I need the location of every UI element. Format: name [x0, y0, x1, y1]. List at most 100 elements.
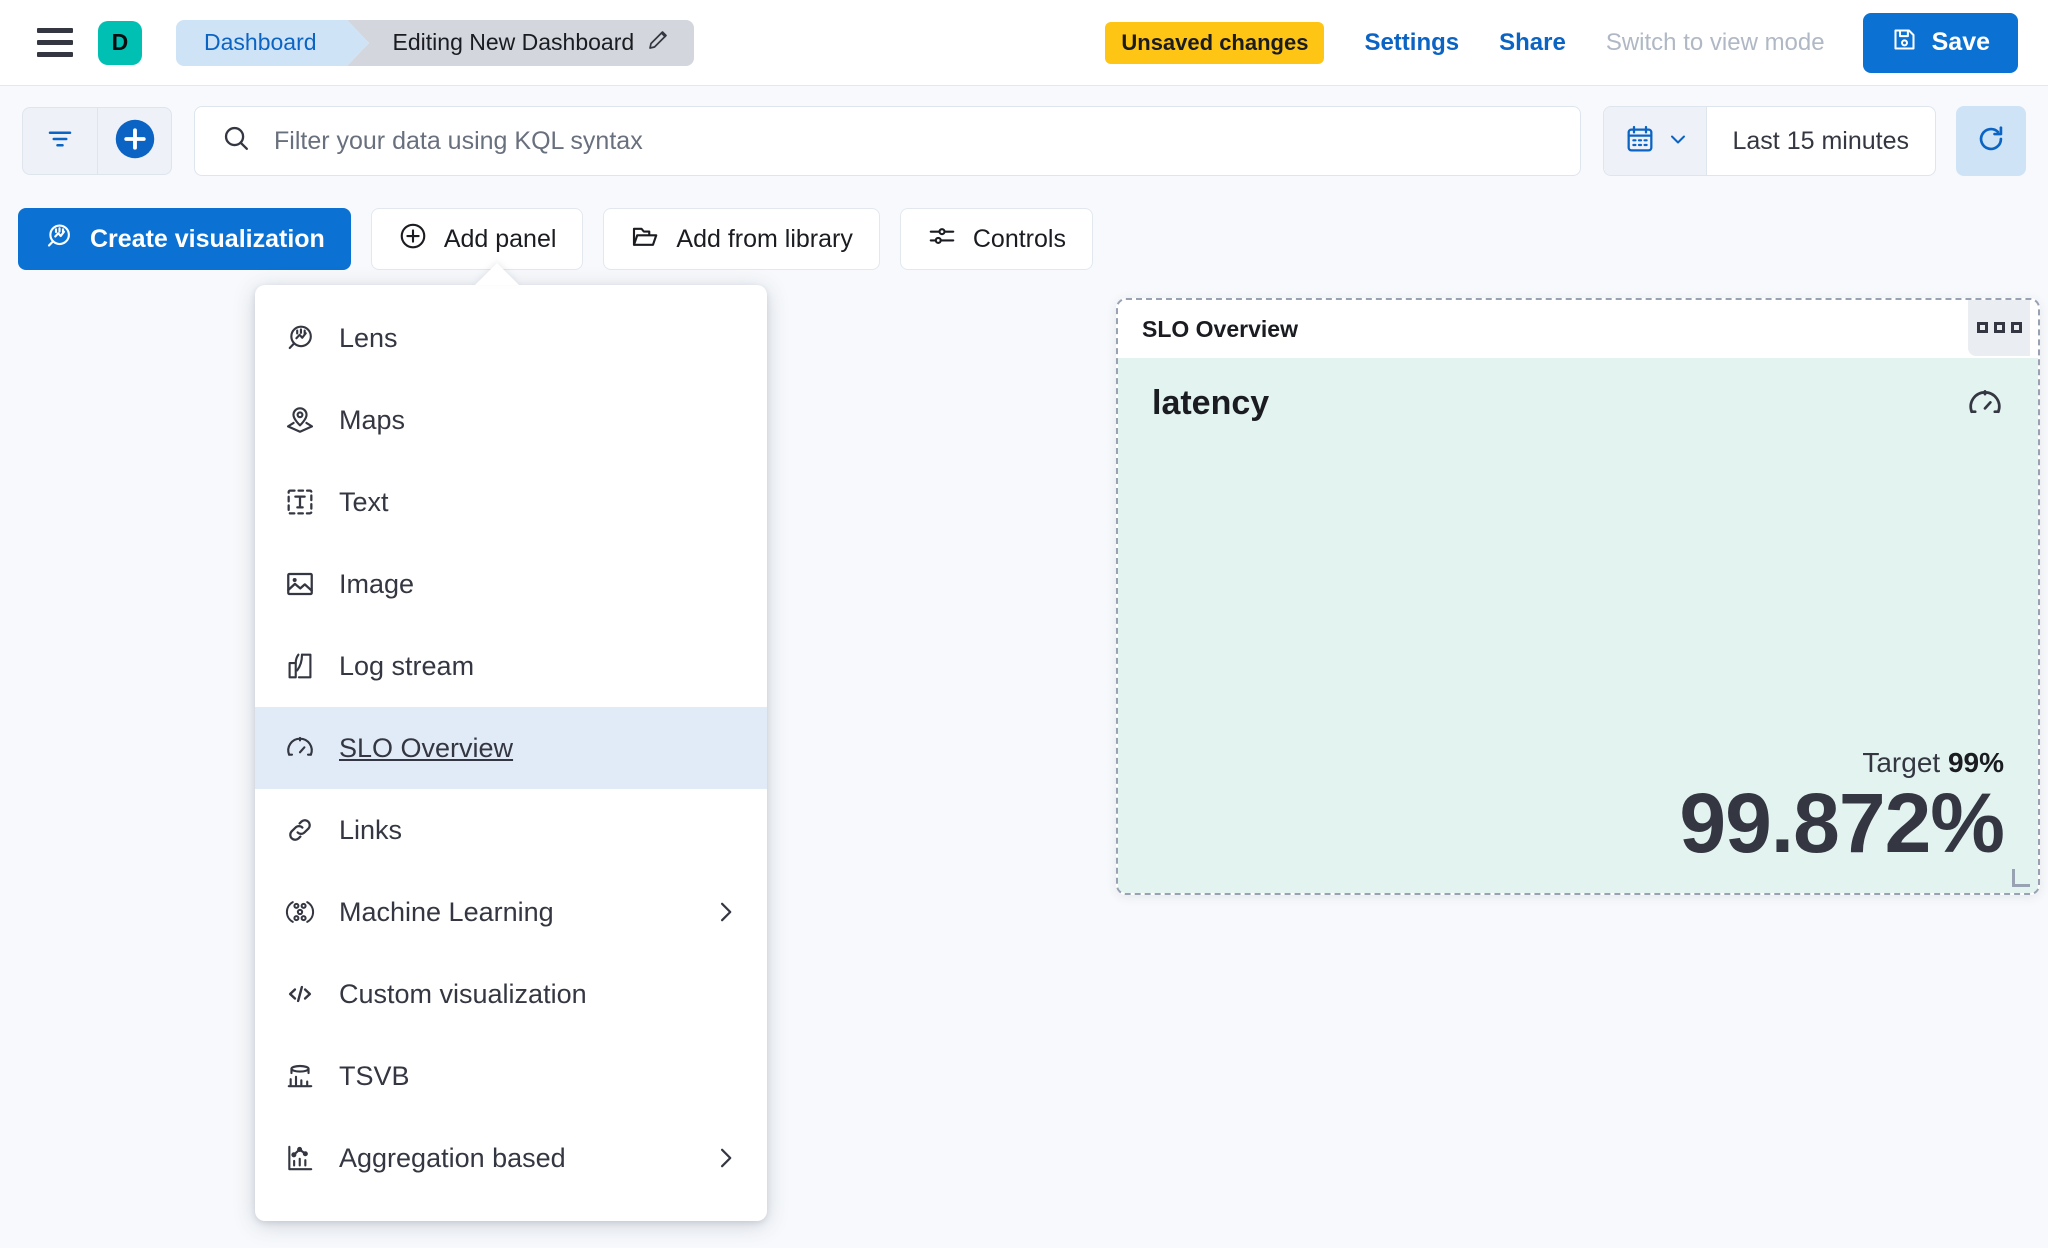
panel-context-menu-button[interactable]: [1968, 300, 2030, 356]
three-dots-icon: [1976, 321, 1988, 333]
calendar-icon: [1624, 123, 1656, 160]
slo-target: Target 99%: [1152, 747, 2004, 779]
slo-name: latency: [1152, 384, 1270, 422]
popover-arrow: [475, 263, 519, 285]
avatar[interactable]: D: [98, 20, 142, 65]
add-panel-label: Add panel: [443, 224, 557, 253]
menu-item-label: Aggregation based: [339, 1142, 566, 1173]
hamburger-line: [37, 28, 73, 33]
refresh-icon: [1974, 122, 2008, 161]
pencil-icon[interactable]: [646, 28, 670, 58]
menu-item-label: Links: [339, 814, 403, 845]
menu-item-label: Log stream: [339, 650, 475, 681]
ml-nodes-icon: [283, 895, 317, 929]
breadcrumb-item-dashboard[interactable]: Dashboard: [176, 19, 369, 66]
switch-to-view-mode-link[interactable]: Switch to view mode: [1606, 29, 1825, 57]
slo-target-value: 99%: [1947, 747, 2004, 778]
menu-item-text[interactable]: Text: [255, 461, 767, 543]
panel-resize-handle[interactable]: [2012, 869, 2030, 887]
add-panel-menu: Lens Maps Text Image Log stream SLO Over…: [255, 285, 767, 1221]
menu-item-links[interactable]: Links: [255, 789, 767, 871]
kibana-dashboard-editor: D Dashboard Editing New Dashboard Unsave…: [0, 0, 2048, 1248]
breadcrumb-current-label: Editing New Dashboard: [392, 29, 635, 55]
menu-item-label: Machine Learning: [339, 896, 554, 927]
search-icon: [221, 123, 252, 159]
save-button[interactable]: Save: [1862, 12, 2018, 73]
three-dots-icon: [2010, 321, 2022, 333]
save-button-label: Save: [1931, 28, 1990, 56]
global-header-actions: Unsaved changes Settings Share Switch to…: [1105, 12, 2048, 73]
create-visualization-button[interactable]: Create visualization: [18, 208, 351, 270]
menu-item-machine-learning[interactable]: Machine Learning: [255, 871, 767, 953]
menu-item-aggregation-based[interactable]: Aggregation based: [255, 1117, 767, 1199]
image-icon: [283, 567, 317, 601]
log-stream-icon: [283, 649, 317, 683]
date-quick-select-button[interactable]: [1603, 107, 1707, 175]
menu-item-maps[interactable]: Maps: [255, 379, 767, 461]
breadcrumb: Dashboard Editing New Dashboard: [176, 19, 695, 66]
save-disk-icon: [1891, 26, 1918, 60]
add-filter-button[interactable]: [97, 108, 171, 174]
menu-item-lens[interactable]: Lens: [255, 297, 767, 379]
global-header: D Dashboard Editing New Dashboard Unsave…: [0, 0, 2048, 86]
agg-chart-icon: [283, 1141, 317, 1175]
menu-item-label: SLO Overview: [339, 732, 514, 763]
share-link[interactable]: Share: [1499, 29, 1566, 57]
menu-item-label: TSVB: [339, 1060, 410, 1091]
menu-item-image[interactable]: Image: [255, 543, 767, 625]
create-visualization-label: Create visualization: [90, 224, 325, 253]
tsvb-icon: [283, 1059, 317, 1093]
status-badge-unsaved: Unsaved changes: [1105, 21, 1325, 64]
gauge-icon: [1966, 384, 2004, 427]
date-range-label[interactable]: Last 15 minutes: [1707, 127, 1936, 156]
panel-title: SLO Overview: [1142, 315, 1298, 342]
refresh-button[interactable]: [1956, 106, 2026, 176]
menu-item-label: Image: [339, 568, 415, 599]
controls-label: Controls: [972, 224, 1066, 253]
sliders-icon: [927, 221, 957, 258]
menu-item-label: Custom visualization: [339, 978, 587, 1009]
add-panel-button[interactable]: Add panel: [370, 208, 584, 270]
menu-item-slo-overview[interactable]: SLO Overview: [255, 707, 767, 789]
code-icon: [283, 977, 317, 1011]
menu-item-label: Text: [339, 486, 389, 517]
hamburger-icon[interactable]: [32, 20, 78, 66]
folder-icon: [630, 221, 660, 258]
settings-link[interactable]: Settings: [1364, 29, 1459, 57]
link-icon: [283, 813, 317, 847]
search-input[interactable]: [274, 126, 1554, 156]
date-picker: Last 15 minutes: [1602, 106, 1936, 176]
hamburger-line: [37, 52, 73, 57]
dashboard-panel-slo-overview[interactable]: SLO Overview latency Target 99% 99.872%: [1116, 298, 2040, 895]
lens-icon: [44, 221, 74, 258]
slo-card: latency Target 99% 99.872%: [1118, 358, 2038, 893]
filter-icon: [45, 124, 75, 159]
chevron-right-icon: [711, 898, 739, 926]
breadcrumb-item-current[interactable]: Editing New Dashboard: [346, 19, 695, 66]
add-from-library-button[interactable]: Add from library: [603, 208, 880, 270]
menu-item-custom-visualization[interactable]: Custom visualization: [255, 953, 767, 1035]
slo-card-metrics: Target 99% 99.872%: [1152, 747, 2005, 865]
menu-item-log-stream[interactable]: Log stream: [255, 625, 767, 707]
menu-item-tsvb[interactable]: TSVB: [255, 1035, 767, 1117]
breadcrumb-root-label: Dashboard: [204, 29, 317, 55]
panel-header: SLO Overview: [1118, 300, 2038, 358]
lens-icon: [283, 321, 317, 355]
hamburger-line: [37, 40, 73, 45]
filter-group: [22, 107, 172, 175]
three-dots-icon: [1993, 321, 2005, 333]
search-box[interactable]: [194, 106, 1581, 176]
chevron-down-icon: [1666, 127, 1690, 156]
plus-circle-icon: [114, 118, 156, 165]
controls-button[interactable]: Controls: [899, 208, 1093, 270]
map-pin-icon: [283, 403, 317, 437]
menu-item-label: Lens: [339, 322, 398, 353]
chevron-right-icon: [711, 1144, 739, 1172]
plus-in-circle-icon: [398, 221, 428, 258]
avatar-letter: D: [111, 29, 129, 55]
slo-target-label: Target: [1862, 747, 1941, 778]
dashboard-edit-toolbar: Create visualization Add panel Add from …: [0, 198, 2048, 280]
filter-options-button[interactable]: [23, 108, 97, 174]
menu-item-label: Maps: [339, 404, 406, 435]
gauge-icon: [283, 731, 317, 765]
